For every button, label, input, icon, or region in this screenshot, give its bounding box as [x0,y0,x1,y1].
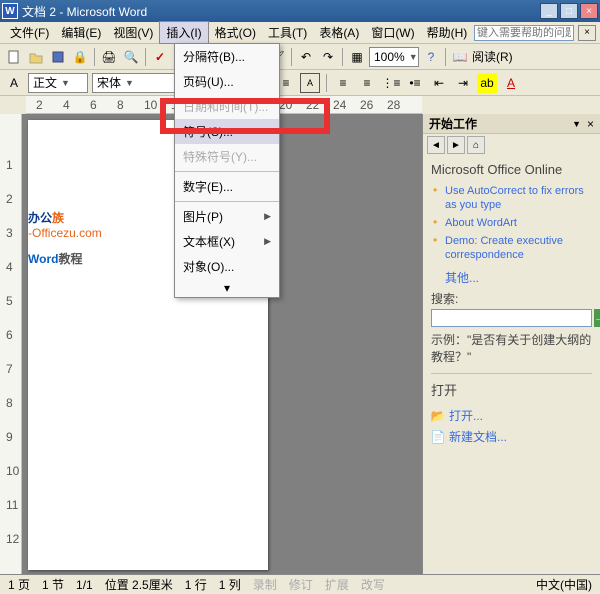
taskpane-forward-icon[interactable]: ► [447,136,465,154]
minimize-button[interactable]: _ [540,3,558,19]
maximize-button[interactable]: □ [560,3,578,19]
permission-icon[interactable]: 🔒 [70,47,90,67]
standard-toolbar: 🔒 🖨 🔍 ✓ 📕 ✂ 📋 📄 🖌 ↶ ↷ ▦ 100%▼ ? 📖 阅读(R) [0,44,600,70]
menu-view[interactable]: 视图(V) [107,22,159,43]
menu-insert[interactable]: 插入(I) [159,21,208,44]
menu-item[interactable]: 对象(O)... [175,254,279,279]
tp-link-demo[interactable]: Demo: Create executive correspondence [445,235,563,261]
style-combo[interactable]: 正文▼ [28,73,88,93]
status-section: 1 节 [42,576,64,593]
table-insert-icon[interactable]: ▦ [347,47,367,67]
menu-edit[interactable]: 编辑(E) [55,22,107,43]
font-combo[interactable]: 宋体▼ [92,73,182,93]
office-online-heading: Microsoft Office Online [431,162,592,177]
open-icon[interactable] [26,47,46,67]
bullet-list-icon[interactable]: •≡ [405,73,425,93]
search-go-button[interactable]: → [594,309,600,327]
taskpane-search-input[interactable] [431,309,592,327]
char-border-icon[interactable]: A [300,73,320,93]
read-mode-icon[interactable]: 📖 [450,47,470,67]
new-doc-icon[interactable] [4,47,24,67]
font-color-icon[interactable]: A [501,73,521,93]
menu-expand-icon[interactable]: ▾ [175,279,279,297]
zoom-combo[interactable]: 100%▼ [369,47,419,67]
tp-link-wordart[interactable]: About WordArt [445,217,517,229]
taskpane-title: 开始工作 [429,115,568,132]
menu-bar: 文件(F) 编辑(E) 视图(V) 插入(I) 格式(O) 工具(T) 表格(A… [0,22,600,44]
open-heading: 打开 [431,380,592,399]
menu-table[interactable]: 表格(A) [313,22,365,43]
save-icon[interactable] [48,47,68,67]
menu-item[interactable]: 符号(S)... [175,119,279,144]
indent-decrease-icon[interactable]: ⇤ [429,73,449,93]
task-pane: 开始工作 ▼ × ◄ ► ⌂ Microsoft Office Online U… [422,114,600,574]
help-search-input[interactable] [474,25,574,41]
status-track[interactable]: 修订 [289,576,313,593]
status-page: 1 页 [8,576,30,593]
status-bar: 1 页 1 节 1/1 位置 2.5厘米 1 行 1 列 录制 修订 扩展 改写… [0,574,600,594]
indent-increase-icon[interactable]: ⇥ [453,73,473,93]
menu-item[interactable]: 分隔符(B)... [175,44,279,69]
menu-item[interactable]: 文本框(X)▶ [175,229,279,254]
menu-window[interactable]: 窗口(W) [365,22,420,43]
window-titlebar: W 文档 2 - Microsoft Word _ □ × [0,0,600,22]
menu-item[interactable]: 特殊符号(Y)... [175,144,279,169]
status-overtype[interactable]: 改写 [361,576,385,593]
vertical-ruler[interactable]: 123456789101112 [0,114,22,574]
menu-tools[interactable]: 工具(T) [262,22,313,43]
taskpane-home-icon[interactable]: ⌂ [467,136,485,154]
spellcheck-icon[interactable]: ✓ [150,47,170,67]
search-label: 搜索: [431,290,592,307]
menu-item[interactable]: 数字(E)... [175,174,279,199]
window-title: 文档 2 - Microsoft Word [22,3,540,20]
menu-item[interactable]: 图片(P)▶ [175,204,279,229]
folder-open-icon: 📂 [431,409,445,423]
help-icon[interactable]: ? [421,47,441,67]
status-line: 1 行 [185,576,207,593]
print-icon[interactable]: 🖨 [99,47,119,67]
doc-close-button[interactable]: × [578,25,596,41]
status-record[interactable]: 录制 [253,576,277,593]
taskpane-dropdown-icon[interactable]: ▼ [572,119,581,129]
word-app-icon: W [2,3,18,19]
menu-help[interactable]: 帮助(H) [421,22,474,43]
menu-file[interactable]: 文件(F) [4,22,55,43]
status-position: 位置 2.5厘米 [105,576,173,593]
status-column: 1 列 [219,576,241,593]
insert-menu-dropdown: 分隔符(B)...页码(U)...日期和时间(T)...符号(S)...特殊符号… [174,43,280,298]
menu-item[interactable]: 页码(U)... [175,69,279,94]
new-doc-link[interactable]: 📄新建文档... [431,426,592,447]
read-label[interactable]: 阅读(R) [472,48,513,65]
watermark-logo: 办公族 -Officezu.com Word教程 [28,196,102,268]
new-doc-small-icon: 📄 [431,430,445,444]
align-center-icon[interactable]: ≡ [357,73,377,93]
close-button[interactable]: × [580,3,598,19]
undo-icon[interactable]: ↶ [296,47,316,67]
highlight-icon[interactable]: ab [477,73,497,93]
align-left-icon[interactable]: ≡ [333,73,353,93]
redo-icon[interactable]: ↷ [318,47,338,67]
menu-format[interactable]: 格式(O) [209,22,262,43]
menu-item[interactable]: 日期和时间(T)... [175,94,279,119]
search-example: 示例："是否有关于创建大纲的教程？" [431,331,592,365]
status-extend[interactable]: 扩展 [325,576,349,593]
styles-pane-icon[interactable]: A [4,73,24,93]
taskpane-back-icon[interactable]: ◄ [427,136,445,154]
number-list-icon[interactable]: ⋮≡ [381,73,401,93]
status-language[interactable]: 中文(中国) [536,576,592,593]
taskpane-close-icon[interactable]: × [587,117,594,131]
tp-link-autocorrect[interactable]: Use AutoCorrect to fix errors as you typ… [445,185,584,211]
status-page-of: 1/1 [76,578,93,592]
formatting-toolbar: A 正文▼ 宋体▼ B I U ≡ A ≡ ≡ ⋮≡ •≡ ⇤ ⇥ ab A [0,70,600,96]
open-file-link[interactable]: 📂打开... [431,405,592,426]
tp-link-more[interactable]: 其他... [431,269,592,286]
print-preview-icon[interactable]: 🔍 [121,47,141,67]
